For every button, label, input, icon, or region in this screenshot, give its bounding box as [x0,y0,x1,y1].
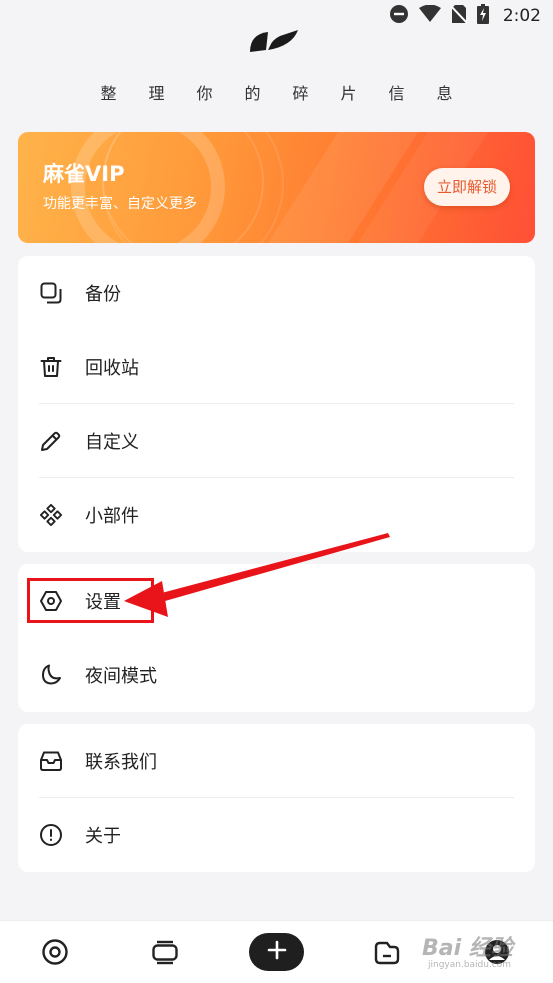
vip-title: 麻雀VIP [43,162,125,186]
no-sim-icon [450,4,468,28]
unlock-vip-button[interactable]: 立即解锁 [424,168,510,206]
menu-item-contact-us[interactable]: 联系我们 [18,724,535,798]
add-button[interactable] [249,933,304,971]
moon-icon [39,663,63,687]
menu-card-tools: 备份 回收站 自定义 小部件 [18,256,535,552]
add-icon [267,940,287,964]
cards-stack-icon[interactable] [148,935,182,969]
dnd-icon [389,4,409,28]
menu-item-recycle-bin[interactable]: 回收站 [18,330,535,404]
menu-item-label: 自定义 [85,432,139,453]
status-time: 2:02 [502,6,541,26]
vip-banner[interactable]: 麻雀VIP 功能更丰富、自定义更多 立即解锁 [18,132,535,243]
menu-item-customize[interactable]: 自定义 [18,404,535,478]
slogan: 整理你的碎片信息 [100,84,485,103]
menu-item-backup[interactable]: 备份 [18,256,535,330]
trash-icon [39,355,63,379]
menu-item-label: 联系我们 [85,752,157,773]
widget-diamonds-icon [39,503,63,527]
backup-copy-icon [39,281,63,305]
annotation-arrow [124,533,390,617]
home-circle-icon[interactable] [38,935,72,969]
menu-item-about[interactable]: 关于 [18,798,535,872]
menu-item-label: 备份 [85,284,121,305]
wifi-icon [418,4,441,27]
watermark: Bai 经验 jingyan.baidu.com [422,930,552,980]
watermark-text: Bai 经验 [422,936,513,961]
vip-subtitle: 功能更丰富、自定义更多 [43,196,197,212]
pencil-icon [39,429,63,453]
info-icon [39,823,63,847]
inbox-icon [39,749,63,773]
menu-item-label: 回收站 [85,358,139,379]
menu-item-night-mode[interactable]: 夜间模式 [18,638,535,712]
menu-item-label: 夜间模式 [85,666,157,687]
folder-icon[interactable] [370,935,404,969]
watermark-sub: jingyan.baidu.com [428,960,512,970]
feather-logo-icon [246,22,302,52]
battery-charging-icon [476,4,489,28]
menu-item-label: 关于 [85,826,121,847]
menu-card-about: 联系我们 关于 [18,724,535,872]
